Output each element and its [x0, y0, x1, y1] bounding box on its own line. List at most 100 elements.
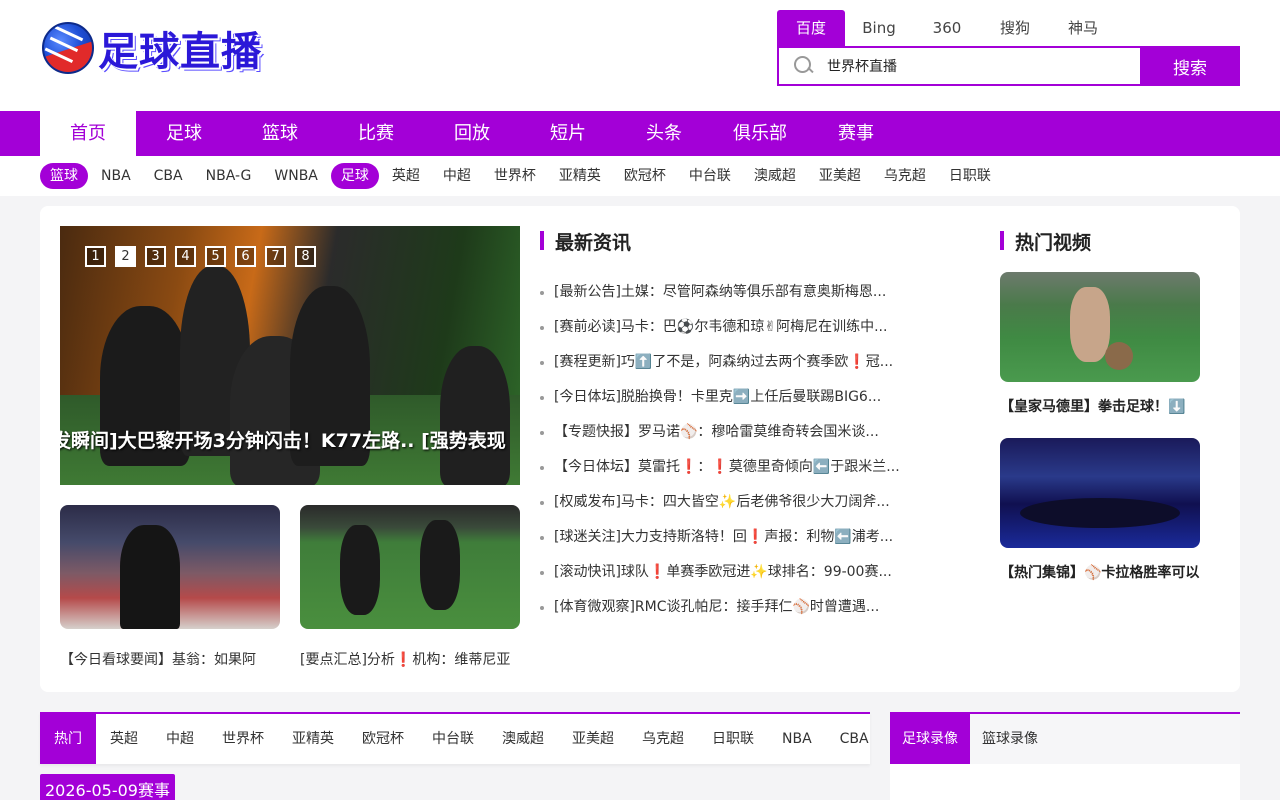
news-item[interactable]: [权威发布]马卡：四大皆空✨后老佛爷很少大刀阔斧...: [540, 485, 920, 520]
sub-nav-nba-g[interactable]: NBA-G: [196, 163, 262, 189]
sub-nav-yamei[interactable]: 亚美超: [809, 163, 871, 189]
slider-dot[interactable]: 8: [295, 246, 316, 267]
search-input[interactable]: [827, 58, 1117, 74]
sub-nav-aowei[interactable]: 澳威超: [744, 163, 806, 189]
sub-nav-world-cup[interactable]: 世界杯: [484, 163, 546, 189]
schedule-tabs: 热门 英超 中超 世界杯 亚精英 欧冠杯 中台联 澳威超 亚美超 乌克超 日职联…: [40, 712, 870, 764]
slider-dot[interactable]: 5: [205, 246, 226, 267]
logo-text: 足球直播: [98, 29, 262, 75]
search-button[interactable]: 搜索: [1140, 46, 1240, 86]
news-item[interactable]: [最新公告]土媒：尽管阿森纳等俱乐部有意奥斯梅恩...: [540, 275, 920, 310]
replay-tabs: 足球录像 篮球录像: [890, 712, 1240, 800]
sub-nav-j-league[interactable]: 日职联: [939, 163, 1001, 189]
player-image: [1070, 287, 1110, 362]
coach-image: [120, 525, 180, 629]
news-item[interactable]: [赛程更新]巧⬆️了不是，阿森纳过去两个赛季欧❗冠...: [540, 345, 920, 380]
search-tab-bing[interactable]: Bing: [845, 10, 913, 46]
nav-basketball[interactable]: 篮球: [232, 111, 328, 156]
schedule-tab[interactable]: 亚精英: [278, 714, 348, 764]
news-item[interactable]: [赛前必读]马卡：巴⚽尔韦德和琼✌阿梅尼在训练中...: [540, 310, 920, 345]
sub-nav-nba[interactable]: NBA: [91, 163, 141, 189]
schedule-tab[interactable]: 中超: [152, 714, 208, 764]
latest-news-title: 最新资讯: [540, 228, 631, 255]
sub-nav-ukraine[interactable]: 乌克超: [874, 163, 936, 189]
nav-football[interactable]: 足球: [136, 111, 232, 156]
news-thumbnail[interactable]: [60, 505, 280, 629]
nav-headlines[interactable]: 头条: [616, 111, 712, 156]
schedule-tab[interactable]: 乌克超: [628, 714, 698, 764]
search-tab-shenma[interactable]: 神马: [1049, 10, 1117, 46]
search-engine-tabs: 百度 Bing 360 搜狗 神马: [777, 10, 1117, 46]
tab-basketball-replay[interactable]: 篮球录像: [970, 714, 1050, 764]
slider-dot[interactable]: 6: [235, 246, 256, 267]
slider-dot[interactable]: 3: [145, 246, 166, 267]
sub-nav-acl-elite[interactable]: 亚精英: [549, 163, 611, 189]
sub-nav-zhongtai[interactable]: 中台联: [679, 163, 741, 189]
search-tab-baidu[interactable]: 百度: [777, 10, 845, 46]
slider-player-image: [440, 346, 510, 485]
nav-home[interactable]: 首页: [40, 111, 136, 156]
schedule-tab-hot[interactable]: 热门: [40, 714, 96, 764]
featured-slider[interactable]: 发瞬间]大巴黎开场3分钟闪击！K77左路.. [强势表现 1 2 3 4 5 6…: [60, 226, 520, 485]
sub-nav-ucl[interactable]: 欧冠杯: [614, 163, 676, 189]
schedule-tab[interactable]: NBA: [768, 714, 826, 764]
schedule-tab[interactable]: CBA: [826, 714, 883, 764]
main-nav: 首页 足球 篮球 比赛 回放 短片 头条 俱乐部 赛事: [0, 111, 1280, 156]
sub-nav-premier-league[interactable]: 英超: [382, 163, 430, 189]
thumbnail-caption[interactable]: [要点汇总]分析❗机构：维蒂尼亚: [300, 649, 520, 669]
sub-nav: 篮球 NBA CBA NBA-G WNBA 足球 英超 中超 世界杯 亚精英 欧…: [0, 156, 1280, 196]
site-logo[interactable]: 足球直播: [42, 20, 270, 76]
news-thumbnail[interactable]: [300, 505, 520, 629]
news-item[interactable]: 【专题快报】罗马诺⚾：穆哈雷莫维奇转会国米谈...: [540, 415, 920, 450]
player-image: [420, 520, 460, 610]
schedule-tab[interactable]: 中台联: [418, 714, 488, 764]
video-caption[interactable]: 【皇家马德里】拳击足球！⬇️: [1000, 396, 1220, 416]
slider-dot[interactable]: 4: [175, 246, 196, 267]
nav-events[interactable]: 赛事: [808, 111, 904, 156]
search-box: 搜索: [777, 46, 1240, 86]
nav-shorts[interactable]: 短片: [520, 111, 616, 156]
schedule-date-tag: 2026-05-09赛事: [40, 774, 175, 800]
schedule-tab[interactable]: 世界杯: [208, 714, 278, 764]
news-item[interactable]: [球迷关注]大力支持斯洛特！回❗声报：利物⬅️浦考...: [540, 520, 920, 555]
sub-nav-cba[interactable]: CBA: [144, 163, 193, 189]
slider-dot[interactable]: 7: [265, 246, 286, 267]
sub-nav-csl[interactable]: 中超: [433, 163, 481, 189]
hot-videos-title: 热门视频: [1000, 228, 1091, 255]
ball-image: [1105, 342, 1133, 370]
schedule-tab[interactable]: 亚美超: [558, 714, 628, 764]
slider-dots: 1 2 3 4 5 6 7 8: [85, 246, 325, 267]
news-item[interactable]: [今日体坛]脱胎换骨！卡里克➡️上任后曼联踢BIG6...: [540, 380, 920, 415]
nav-clubs[interactable]: 俱乐部: [712, 111, 808, 156]
schedule-tab[interactable]: 英超: [96, 714, 152, 764]
slider-dot[interactable]: 1: [85, 246, 106, 267]
video-caption[interactable]: 【热门集锦】⚾卡拉格胜率可以: [1000, 562, 1220, 582]
sub-nav-wnba[interactable]: WNBA: [264, 163, 328, 189]
search-icon: [793, 55, 815, 77]
latest-news-list: [最新公告]土媒：尽管阿森纳等俱乐部有意奥斯梅恩... [赛前必读]马卡：巴⚽尔…: [540, 275, 920, 625]
video-thumbnail[interactable]: [1000, 438, 1200, 548]
thumbnail-caption[interactable]: 【今日看球要闻】基翁：如果阿: [60, 649, 280, 669]
slider-dot[interactable]: 2: [115, 246, 136, 267]
site-header: 足球直播 百度 Bing 360 搜狗 神马 搜索: [0, 0, 1280, 111]
news-item[interactable]: [体育微观察]RMC谈孔帕尼：接手拜仁⚾时曾遭遇...: [540, 590, 920, 625]
schedule-tab[interactable]: 澳威超: [488, 714, 558, 764]
tab-football-replay[interactable]: 足球录像: [890, 714, 970, 764]
nav-replay[interactable]: 回放: [424, 111, 520, 156]
content-card: 发瞬间]大巴黎开场3分钟闪击！K77左路.. [强势表现 1 2 3 4 5 6…: [40, 206, 1240, 692]
schedule-tab[interactable]: 欧冠杯: [348, 714, 418, 764]
news-item[interactable]: 【今日体坛】莫雷托❗：❗莫德里奇倾向⬅️于跟米兰...: [540, 450, 920, 485]
search-tab-sogou[interactable]: 搜狗: [981, 10, 1049, 46]
sub-nav-football[interactable]: 足球: [330, 163, 379, 189]
studio-desk-image: [1020, 498, 1180, 528]
schedule-tab[interactable]: 日职联: [698, 714, 768, 764]
slider-caption[interactable]: 发瞬间]大巴黎开场3分钟闪击！K77左路.. [强势表现: [60, 426, 506, 453]
soccer-ball-icon: [42, 22, 94, 74]
video-thumbnail[interactable]: [1000, 272, 1200, 382]
search-tab-360[interactable]: 360: [913, 10, 981, 46]
news-item[interactable]: [滚动快讯]球队❗单赛季欧冠进✨球排名：99-00赛...: [540, 555, 920, 590]
nav-matches[interactable]: 比赛: [328, 111, 424, 156]
search-input-wrap: [777, 46, 1140, 86]
player-image: [340, 525, 380, 615]
sub-nav-basketball[interactable]: 篮球: [40, 163, 88, 189]
